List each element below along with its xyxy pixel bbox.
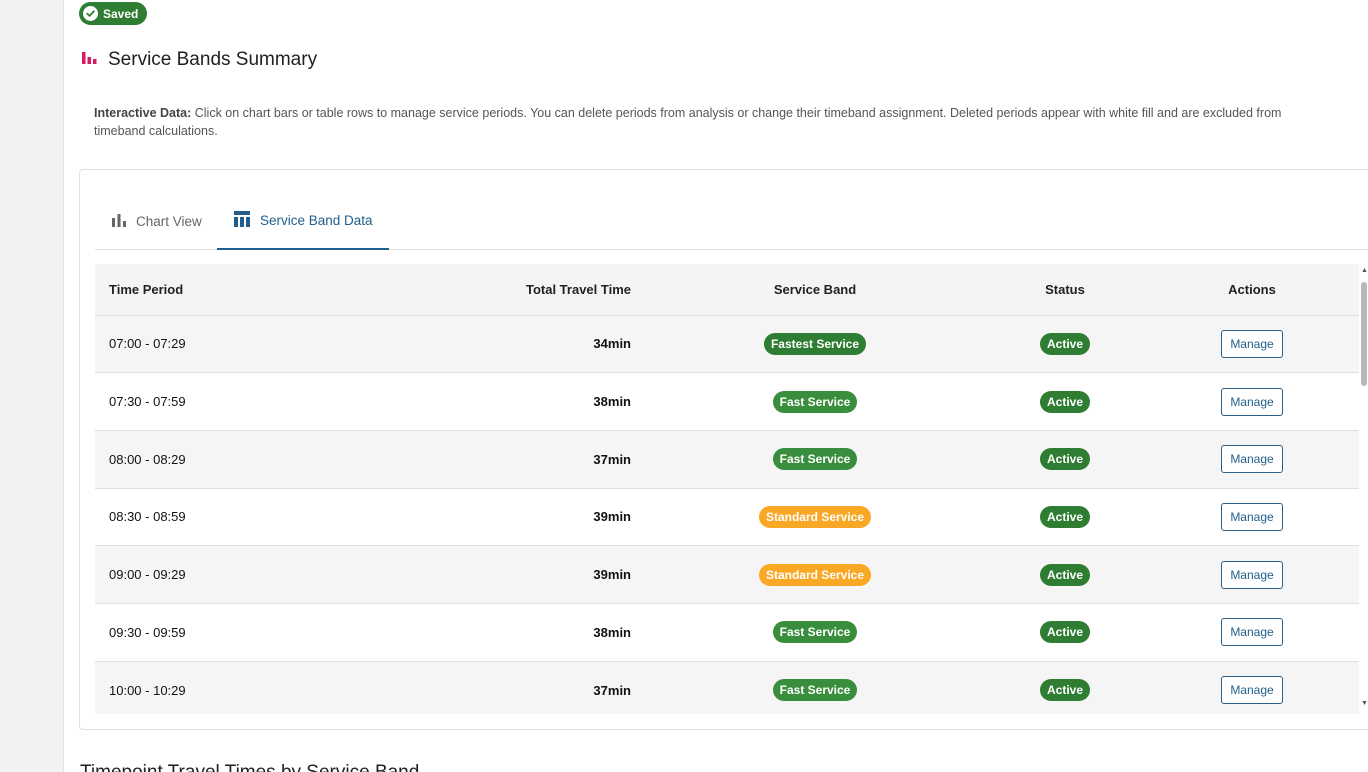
cell-actions: Manage [1145, 661, 1359, 714]
cell-time-period: 07:00 - 07:29 [109, 336, 186, 352]
table-row[interactable]: 08:00 - 08:29 37min Fast Service Active Mana… [95, 430, 1359, 489]
cell-time-period: 10:00 - 10:29 [109, 682, 186, 698]
cell-status: Active [985, 373, 1145, 431]
table-row[interactable]: 09:30 - 09:59 38min Fast Service Active Mana… [95, 603, 1359, 662]
cell-actions: Manage [1145, 430, 1359, 488]
manage-button[interactable]: Manage [1221, 445, 1283, 474]
tab-bar: Chart View Service Band Data [95, 192, 1368, 250]
service-band-badge: Fast Service [772, 621, 858, 644]
table-row[interactable]: 08:30 - 08:59 39min Standard Service Active… [95, 488, 1359, 546]
bar-chart-icon [80, 48, 98, 72]
header-time-period[interactable]: Time Period [95, 264, 325, 315]
manage-button[interactable]: Manage [1221, 502, 1283, 531]
manage-button[interactable]: Manage [1221, 560, 1283, 589]
table-row[interactable]: 07:00 - 07:29 34min Fastest Service Active M… [95, 315, 1359, 373]
cell-time-period: 09:30 - 09:59 [109, 624, 186, 640]
cell-total-travel-time: 37min [593, 682, 631, 698]
cell-actions: Manage [1145, 315, 1359, 373]
table-row[interactable]: 07:30 - 07:59 38min Fast Service Active Mana… [95, 372, 1359, 431]
header-service-band[interactable]: Service Band [645, 264, 985, 315]
cell-actions: Manage [1145, 488, 1359, 546]
table-row[interactable]: 10:00 - 10:29 37min Fast Service Active Mana… [95, 661, 1359, 714]
service-band-badge: Standard Service [758, 563, 872, 586]
left-sidebar [0, 0, 64, 772]
cell-time-period: 07:30 - 07:59 [109, 394, 186, 410]
info-paragraph: Interactive Data: Click on chart bars or… [94, 104, 1334, 140]
service-band-table: Time Period Total Travel Time Service Ba… [95, 264, 1359, 714]
cell-service-band: Fastest Service [645, 315, 985, 373]
cell-service-band: Fast Service [645, 430, 985, 488]
manage-button[interactable]: Manage [1221, 329, 1283, 358]
status-badge: Active [1039, 621, 1091, 644]
service-band-badge: Fastest Service [763, 332, 867, 355]
cell-actions: Manage [1145, 373, 1359, 431]
section-title: Service Bands Summary [80, 48, 317, 72]
cell-status: Active [985, 488, 1145, 546]
cell-total-travel-time: 37min [593, 451, 631, 467]
section-title-text: Service Bands Summary [108, 49, 318, 70]
cell-actions: Manage [1145, 603, 1359, 661]
cell-service-band: Standard Service [645, 488, 985, 546]
status-badge: Active [1039, 332, 1091, 355]
table-scrollbar[interactable]: ▲ ▼ [1360, 264, 1368, 714]
table-row[interactable]: 09:00 - 09:29 39min Standard Service Active… [95, 545, 1359, 604]
cell-total-travel-time: 39min [593, 509, 631, 525]
check-circle-icon [83, 6, 98, 21]
info-body: Click on chart bars or table rows to man… [94, 106, 1282, 138]
manage-button[interactable]: Manage [1221, 676, 1283, 705]
cell-status: Active [985, 661, 1145, 714]
cell-service-band: Fast Service [645, 373, 985, 431]
service-band-badge: Fast Service [772, 390, 858, 413]
cell-total-travel-time: 38min [593, 624, 631, 640]
scroll-down-icon[interactable]: ▼ [1361, 700, 1368, 707]
cell-service-band: Fast Service [645, 661, 985, 714]
manage-button[interactable]: Manage [1221, 618, 1283, 647]
saved-label: Saved [103, 6, 139, 21]
cell-time-period: 09:00 - 09:29 [109, 567, 186, 583]
status-badge: Active [1039, 563, 1091, 586]
service-band-badge: Fast Service [772, 679, 858, 702]
tab-service-band-data[interactable]: Service Band Data [217, 192, 389, 250]
header-actions: Actions [1228, 281, 1276, 297]
cell-time-period: 08:30 - 08:59 [109, 509, 186, 525]
header-total-travel-time[interactable]: Total Travel Time [325, 264, 645, 315]
status-badge: Active [1039, 505, 1091, 528]
tab-label: Chart View [136, 213, 202, 229]
cell-service-band: Standard Service [645, 546, 985, 604]
cell-total-travel-time: 39min [593, 567, 631, 583]
saved-status-chip: Saved [79, 2, 148, 25]
tab-chart-view[interactable]: Chart View [95, 192, 218, 250]
scrollbar-thumb[interactable] [1361, 282, 1367, 386]
scroll-up-icon[interactable]: ▲ [1361, 267, 1368, 274]
header-status[interactable]: Status [985, 264, 1145, 315]
cell-actions: Manage [1145, 546, 1359, 604]
cell-status: Active [985, 546, 1145, 604]
table-header-row: Time Period Total Travel Time Service Ba… [95, 264, 1359, 315]
cell-total-travel-time: 34min [593, 336, 631, 352]
service-band-badge: Fast Service [772, 448, 858, 471]
info-lead: Interactive Data: [94, 106, 192, 120]
bar-chart-icon [111, 212, 127, 231]
status-badge: Active [1039, 390, 1091, 413]
cell-status: Active [985, 603, 1145, 661]
cell-total-travel-time: 38min [593, 394, 631, 410]
cell-status: Active [985, 430, 1145, 488]
manage-button[interactable]: Manage [1221, 387, 1283, 416]
status-badge: Active [1039, 679, 1091, 702]
cell-service-band: Fast Service [645, 603, 985, 661]
table-icon [233, 210, 251, 231]
cell-status: Active [985, 315, 1145, 373]
next-section-title: Timepoint Travel Times by Service Band [80, 762, 419, 772]
cell-time-period: 08:00 - 08:29 [109, 451, 186, 467]
service-band-badge: Standard Service [758, 505, 872, 528]
tab-label: Service Band Data [260, 212, 373, 228]
status-badge: Active [1039, 448, 1091, 471]
